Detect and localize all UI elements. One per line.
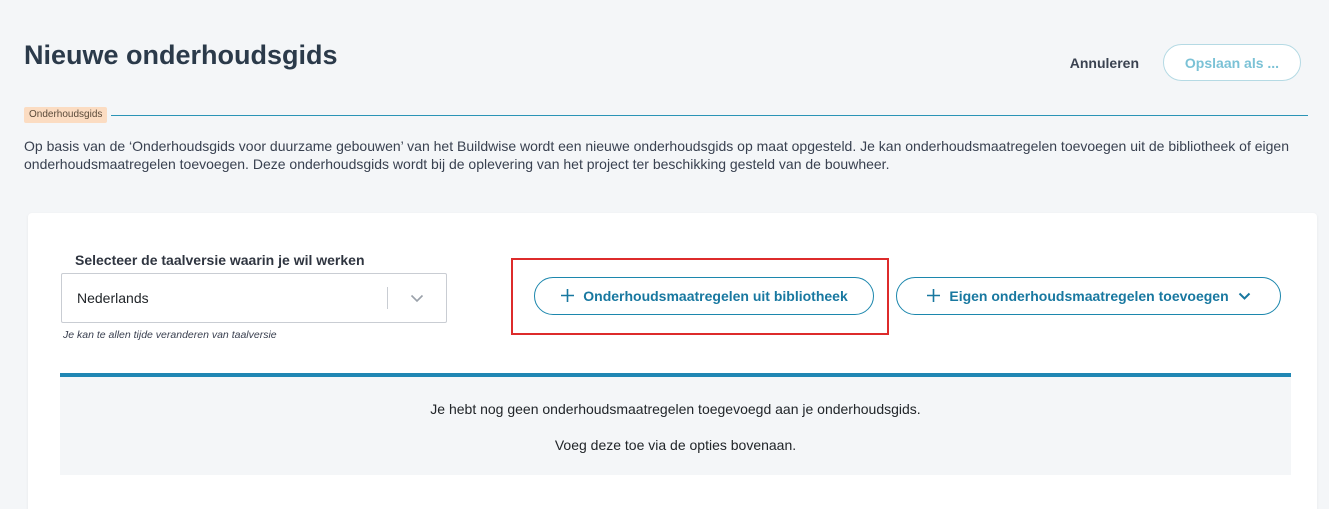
page-title: Nieuwe onderhoudsgids	[24, 40, 338, 70]
empty-state-message: Je hebt nog geen onderhoudsmaatregelen t…	[430, 401, 921, 417]
guide-card: Selecteer de taalversie waarin je wil we…	[28, 213, 1317, 509]
plus-icon	[560, 285, 575, 307]
add-from-library-label: Onderhoudsmaatregelen uit bibliotheek	[583, 288, 848, 304]
empty-state-hint: Voeg deze toe via de opties bovenaan.	[554, 437, 797, 453]
page-content: Nieuwe onderhoudsgids Annuleren Opslaan …	[8, 9, 1321, 509]
section-divider: Onderhoudsgids	[24, 107, 1308, 123]
language-select[interactable]: Nederlands	[61, 273, 447, 323]
divider-line	[111, 114, 1308, 116]
save-as-button[interactable]: Opslaan als ...	[1163, 44, 1301, 81]
page: Nieuwe onderhoudsgids Annuleren Opslaan …	[0, 0, 1329, 509]
header-actions: Annuleren Opslaan als ...	[1070, 44, 1301, 81]
chevron-down-icon	[1238, 292, 1251, 301]
cancel-link[interactable]: Annuleren	[1070, 55, 1139, 71]
language-hint: Je kan te allen tijde veranderen van taa…	[63, 329, 277, 341]
section-description: Op basis van de ‘Onderhoudsgids voor duu…	[24, 138, 1289, 172]
empty-state-panel: Je hebt nog geen onderhoudsmaatregelen t…	[60, 373, 1291, 475]
add-from-library-button[interactable]: Onderhoudsmaatregelen uit bibliotheek	[534, 277, 874, 315]
add-own-measures-button[interactable]: Eigen onderhoudsmaatregelen toevoegen	[896, 277, 1281, 315]
add-own-measures-label: Eigen onderhoudsmaatregelen toevoegen	[949, 288, 1229, 304]
plus-icon	[926, 285, 941, 307]
section-tag: Onderhoudsgids	[24, 107, 108, 123]
chevron-down-icon[interactable]	[388, 294, 446, 303]
language-label: Selecteer de taalversie waarin je wil we…	[75, 252, 365, 268]
language-selected-value: Nederlands	[77, 290, 149, 306]
